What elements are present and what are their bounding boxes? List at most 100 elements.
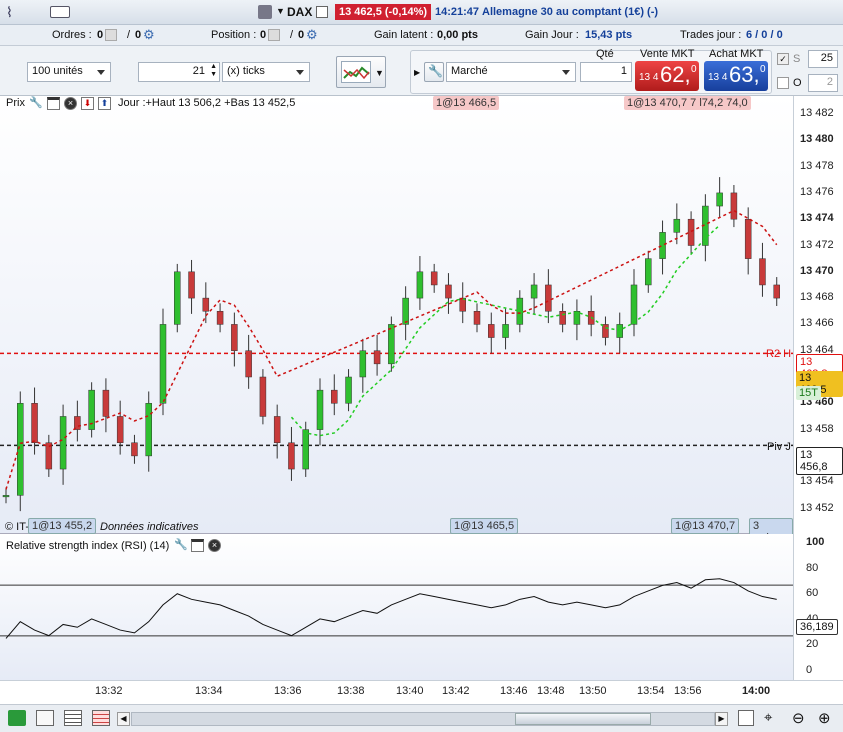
rsi-canvas[interactable]	[0, 534, 793, 680]
trading-controls: 100 unités 21 ▲ ▼ (x) ticks ▼ ▶ 🔧 Marché …	[0, 46, 843, 96]
ticks-unit-select[interactable]: (x) ticks	[222, 62, 310, 82]
zoom-in-icon[interactable]: ⊕	[818, 709, 831, 727]
s-field[interactable]: 25	[808, 50, 838, 68]
candle-body	[231, 324, 238, 351]
rsi-panel[interactable]: Relative strength index (RSI) (14) 🔧 ×	[0, 534, 793, 680]
chevron-down-icon[interactable]: ▼	[375, 68, 384, 78]
candle-body	[288, 442, 295, 470]
panel-toggle-icon[interactable]: ▶	[414, 68, 420, 77]
price-tick: 13 458	[800, 422, 834, 435]
candle-body	[559, 311, 566, 325]
timeframe-tag: 15T	[796, 386, 821, 400]
candle-body	[573, 311, 581, 325]
dropdown-arrow-icon[interactable]: ▼	[276, 6, 285, 16]
candle-body	[316, 389, 324, 430]
zoom-fit-icon[interactable]: ⌖	[764, 709, 772, 726]
candle-body	[359, 350, 367, 378]
position-value-2: 0	[298, 29, 305, 41]
price-chart[interactable]: Prix 🔧 × ⬇ ⬆ Jour :+Haut 13 506,2 +Bas 1…	[0, 96, 793, 546]
orders-settings-icon[interactable]: ⚙	[143, 27, 155, 43]
candle-body	[302, 429, 309, 470]
order-type-value: Marché	[451, 65, 488, 77]
price-axis[interactable]: 13 482 13 480 13 478 13 476 13 474 13 472 13 4…	[793, 96, 843, 534]
candle-body	[17, 403, 24, 496]
time-tick: 13:50	[579, 685, 607, 697]
arrow-up-icon[interactable]: ⬆	[98, 97, 111, 110]
candle-body	[174, 271, 181, 325]
orders-clear-icon[interactable]	[105, 29, 117, 41]
qty-field[interactable]: 1	[580, 62, 632, 82]
candle-body	[131, 442, 138, 457]
bottom-order-tag-2[interactable]: 1@13 470,7	[671, 518, 740, 534]
wrench-icon[interactable]: 🔧	[174, 538, 188, 551]
price-tick: 13 470	[800, 264, 834, 277]
sell-label: Vente MKT	[640, 48, 695, 60]
o-field[interactable]: 2	[808, 74, 838, 92]
order-settings-button[interactable]: 🔧	[424, 62, 444, 82]
window-icon[interactable]	[47, 97, 60, 110]
scrollbar-thumb[interactable]	[515, 713, 651, 725]
window-icon[interactable]	[191, 539, 204, 552]
o-checkbox[interactable]	[777, 77, 789, 89]
list-icon[interactable]	[64, 710, 82, 726]
sell-market-button[interactable]: 13 4 62, 0	[635, 61, 699, 91]
scroll-left-button[interactable]: ◀	[117, 712, 130, 726]
orders-sep: /	[127, 29, 131, 41]
ticks-stepper[interactable]: 21 ▲ ▼	[138, 62, 220, 82]
wrench-icon: 🔧	[428, 64, 443, 78]
order-list-icon[interactable]	[92, 710, 110, 726]
top-order-tag-1[interactable]: 1@13 466,5	[433, 96, 500, 110]
close-icon[interactable]: ×	[208, 539, 221, 552]
trades-label: Trades jour :	[680, 29, 742, 41]
candle-body	[488, 324, 495, 338]
rsi-tick: 100	[806, 536, 825, 548]
keyboard-icon[interactable]	[50, 6, 70, 18]
indicator-template-button[interactable]: ▼	[336, 56, 386, 88]
bottom-order-tag-1[interactable]: 1@13 465,5	[450, 518, 519, 534]
time-tick: 13:38	[337, 685, 365, 697]
position-settings-icon[interactable]: ⚙	[306, 27, 318, 43]
indicator-icon[interactable]	[36, 710, 54, 726]
orders-value-2: 0	[135, 29, 142, 41]
scroll-right-button[interactable]: ▶	[715, 712, 728, 726]
trades-value: 6 / 0 / 0	[746, 29, 783, 41]
window-icon[interactable]	[316, 6, 328, 18]
candle-body	[59, 416, 67, 470]
chart-type-icon[interactable]	[8, 710, 26, 726]
candle-body	[545, 284, 552, 312]
wrench-icon[interactable]: 🔧	[29, 96, 43, 109]
s-checkbox[interactable]: ✓	[777, 53, 789, 65]
bottom-left-order-tag[interactable]: 1@13 455,2	[28, 518, 97, 534]
candle-body	[188, 271, 195, 299]
price-tick: 13 468	[800, 291, 834, 304]
candle-body	[673, 218, 681, 233]
candle-body	[273, 416, 281, 444]
units-select[interactable]: 100 unités	[27, 62, 111, 82]
pivot-price-tag: 13 456,8	[796, 447, 843, 475]
arrow-down-icon[interactable]: ⬇	[81, 97, 94, 110]
candle-body	[331, 389, 338, 404]
zoom-out-icon[interactable]: ⊖	[792, 709, 805, 727]
candle-body	[630, 284, 638, 325]
orders-label: Ordres :	[52, 29, 92, 41]
o-value: 2	[826, 76, 833, 88]
candle-body	[716, 192, 723, 207]
candle-body	[645, 258, 652, 286]
candle-body	[530, 284, 538, 299]
rsi-tick: 60	[806, 587, 819, 599]
position-clear-icon[interactable]	[268, 29, 280, 41]
auto-scale-icon[interactable]	[738, 710, 754, 726]
order-type-select[interactable]: Marché	[446, 62, 576, 82]
candle-body	[145, 403, 152, 457]
candle-body	[202, 297, 210, 312]
top-order-tag-2[interactable]: 1@13 470,7 7 l74,2 74,0	[624, 96, 751, 110]
candle-body	[402, 297, 409, 325]
buy-market-button[interactable]: 13 4 63, 0	[704, 61, 768, 91]
price-label: Prix	[6, 97, 25, 109]
stepper-arrows-icon[interactable]: ▲ ▼	[210, 63, 217, 79]
close-icon[interactable]: ×	[64, 97, 77, 110]
time-axis[interactable]: 13:32 13:34 13:36 13:38 13:40 13:42 13:46 13:48…	[0, 680, 843, 704]
price-chart-canvas[interactable]	[0, 96, 793, 534]
position-label: Position :	[211, 29, 257, 41]
instrument-name[interactable]: DAX	[287, 5, 312, 19]
